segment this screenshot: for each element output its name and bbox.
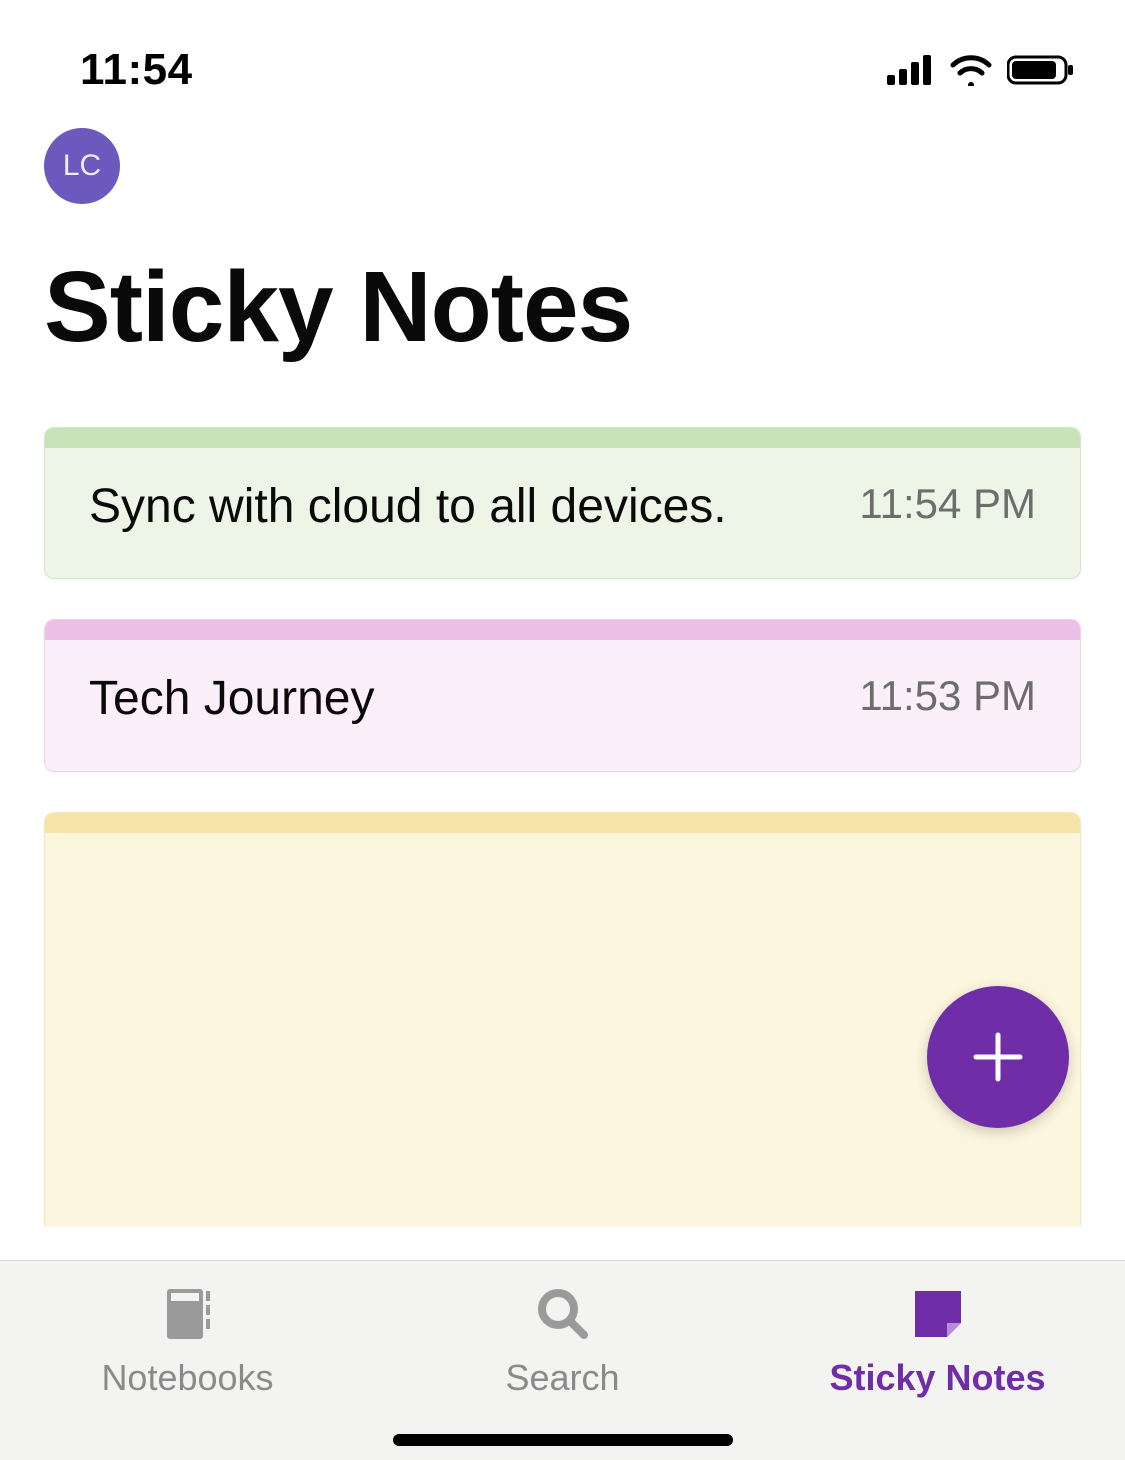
note-color-strip <box>45 813 1080 833</box>
plus-icon <box>970 1029 1026 1085</box>
note-text: Sync with cloud to all devices. <box>89 476 727 538</box>
tab-bar: Notebooks Search Sticky Notes <box>0 1260 1125 1460</box>
tab-search[interactable]: Search <box>375 1261 750 1460</box>
note-text: Tech Journey <box>89 668 375 730</box>
add-note-button[interactable] <box>927 986 1069 1128</box>
search-icon <box>534 1285 592 1343</box>
header: LC Sticky Notes <box>0 110 1125 395</box>
tab-label: Sticky Notes <box>829 1357 1045 1399</box>
note-item[interactable]: Sync with cloud to all devices. 11:54 PM <box>44 427 1081 579</box>
wifi-icon <box>949 54 993 86</box>
tab-label: Search <box>505 1357 619 1399</box>
sticky-note-icon <box>909 1285 967 1343</box>
tab-label: Notebooks <box>101 1357 273 1399</box>
status-time: 11:54 <box>80 45 193 95</box>
status-bar: 11:54 <box>0 0 1125 110</box>
tab-sticky-notes[interactable]: Sticky Notes <box>750 1261 1125 1460</box>
note-color-strip <box>45 428 1080 448</box>
cellular-icon <box>887 55 935 85</box>
note-item[interactable] <box>44 812 1081 1227</box>
battery-icon <box>1007 54 1075 86</box>
notebook-icon <box>159 1285 217 1343</box>
note-color-strip <box>45 620 1080 640</box>
avatar-initials: LC <box>63 149 101 183</box>
note-item[interactable]: Tech Journey 11:53 PM <box>44 619 1081 771</box>
page-title: Sticky Notes <box>44 250 1081 365</box>
avatar[interactable]: LC <box>44 128 120 204</box>
note-time: 11:53 PM <box>859 668 1036 720</box>
note-time: 11:54 PM <box>859 476 1036 528</box>
tab-notebooks[interactable]: Notebooks <box>0 1261 375 1460</box>
home-indicator[interactable] <box>393 1434 733 1446</box>
status-icons <box>887 54 1075 86</box>
